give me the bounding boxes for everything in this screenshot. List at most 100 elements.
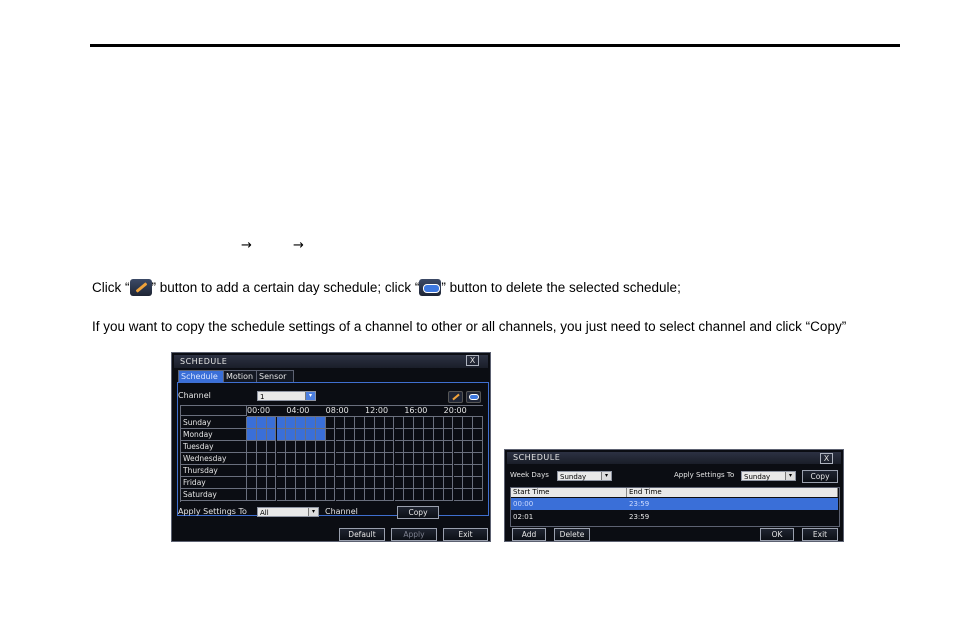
schedule-cell[interactable] [325, 489, 336, 501]
default-button[interactable]: Default [339, 528, 385, 541]
delete-schedule-button[interactable] [466, 391, 481, 403]
schedule-cell[interactable] [443, 453, 454, 465]
schedule-cell[interactable] [365, 429, 375, 441]
schedule-cell[interactable] [394, 417, 405, 429]
schedule-cell[interactable] [315, 429, 326, 441]
table-cell-start[interactable]: 02:01 [511, 512, 627, 523]
schedule-cell[interactable] [355, 441, 365, 453]
schedule-cell[interactable] [276, 429, 287, 441]
schedule-cell[interactable] [335, 453, 346, 465]
schedule-cell[interactable] [414, 465, 424, 477]
schedule-cell[interactable] [374, 429, 385, 441]
schedule-cell[interactable] [424, 489, 434, 501]
schedule-cell[interactable] [325, 417, 336, 429]
week-days-select[interactable]: Sunday ▾ [557, 471, 612, 481]
schedule-cell[interactable] [424, 453, 434, 465]
schedule-cell[interactable] [296, 453, 306, 465]
schedule-cell[interactable] [315, 489, 326, 501]
schedule-cell[interactable] [414, 453, 424, 465]
schedule-cell[interactable] [276, 441, 287, 453]
schedule-cell[interactable] [463, 441, 474, 453]
schedule-cell[interactable] [374, 417, 385, 429]
schedule-cell[interactable] [463, 477, 474, 489]
schedule-cell[interactable] [384, 489, 395, 501]
schedule-cell[interactable] [424, 441, 434, 453]
schedule-cell[interactable] [266, 465, 277, 477]
schedule-cell[interactable] [266, 417, 277, 429]
schedule-cell[interactable] [345, 477, 356, 489]
schedule-cell[interactable] [286, 441, 297, 453]
schedule-cell[interactable] [325, 465, 336, 477]
schedule-cell[interactable] [365, 441, 375, 453]
schedule-cell[interactable] [286, 429, 297, 441]
schedule-cell[interactable] [443, 477, 454, 489]
schedule-cell[interactable] [374, 453, 385, 465]
schedule-cell[interactable] [306, 465, 316, 477]
schedule-cell[interactable] [384, 465, 395, 477]
schedule-cell[interactable] [335, 489, 346, 501]
schedule-cell[interactable] [315, 477, 326, 489]
schedule-cell[interactable] [374, 441, 385, 453]
schedule-cell[interactable] [414, 429, 424, 441]
copy-button[interactable]: Copy [802, 470, 838, 483]
schedule-cell[interactable] [453, 489, 464, 501]
schedule-cell[interactable] [394, 477, 405, 489]
schedule-cell[interactable] [276, 489, 287, 501]
schedule-cell[interactable] [394, 453, 405, 465]
channel-select[interactable]: 1 ▾ [257, 391, 316, 401]
schedule-cell[interactable] [404, 453, 415, 465]
schedule-cell[interactable] [266, 477, 277, 489]
schedule-cell[interactable] [266, 429, 277, 441]
schedule-cell[interactable] [414, 477, 424, 489]
apply-button[interactable]: Apply [391, 528, 437, 541]
schedule-cell[interactable] [247, 441, 257, 453]
schedule-cell[interactable] [443, 429, 454, 441]
schedule-cell[interactable] [404, 417, 415, 429]
schedule-cell[interactable] [296, 465, 306, 477]
schedule-cell[interactable] [256, 453, 267, 465]
schedule-cell[interactable] [433, 441, 444, 453]
schedule-cell[interactable] [296, 489, 306, 501]
apply-settings-select[interactable]: Sunday ▾ [741, 471, 796, 481]
schedule-cell[interactable] [394, 429, 405, 441]
close-icon[interactable]: X [466, 355, 479, 366]
schedule-cell[interactable] [296, 417, 306, 429]
schedule-cell[interactable] [473, 417, 483, 429]
schedule-cell[interactable] [414, 489, 424, 501]
schedule-cell[interactable] [374, 465, 385, 477]
schedule-cell[interactable] [247, 429, 257, 441]
schedule-cell[interactable] [325, 441, 336, 453]
schedule-cell[interactable] [424, 477, 434, 489]
schedule-cell[interactable] [453, 453, 464, 465]
schedule-cell[interactable] [424, 465, 434, 477]
schedule-cell[interactable] [463, 453, 474, 465]
schedule-cell[interactable] [365, 489, 375, 501]
schedule-cell[interactable] [453, 465, 464, 477]
schedule-cell[interactable] [384, 477, 395, 489]
schedule-cell[interactable] [256, 477, 267, 489]
schedule-cell[interactable] [276, 417, 287, 429]
schedule-cell[interactable] [286, 417, 297, 429]
schedule-cell[interactable] [247, 465, 257, 477]
schedule-cell[interactable] [443, 465, 454, 477]
schedule-cell[interactable] [345, 489, 356, 501]
schedule-cell[interactable] [247, 417, 257, 429]
exit-button[interactable]: Exit [443, 528, 488, 541]
schedule-cell[interactable] [266, 489, 277, 501]
schedule-cell[interactable] [266, 453, 277, 465]
schedule-cell[interactable] [365, 477, 375, 489]
schedule-cell[interactable] [404, 441, 415, 453]
copy-button[interactable]: Copy [397, 506, 439, 519]
schedule-cell[interactable] [266, 441, 277, 453]
schedule-cell[interactable] [443, 417, 454, 429]
schedule-cell[interactable] [345, 465, 356, 477]
schedule-cell[interactable] [256, 489, 267, 501]
schedule-cell[interactable] [306, 477, 316, 489]
exit-button[interactable]: Exit [802, 528, 838, 541]
schedule-cell[interactable] [414, 417, 424, 429]
schedule-cell[interactable] [345, 429, 356, 441]
schedule-cell[interactable] [394, 489, 405, 501]
schedule-cell[interactable] [247, 489, 257, 501]
schedule-cell[interactable] [276, 453, 287, 465]
schedule-cell[interactable] [384, 417, 395, 429]
